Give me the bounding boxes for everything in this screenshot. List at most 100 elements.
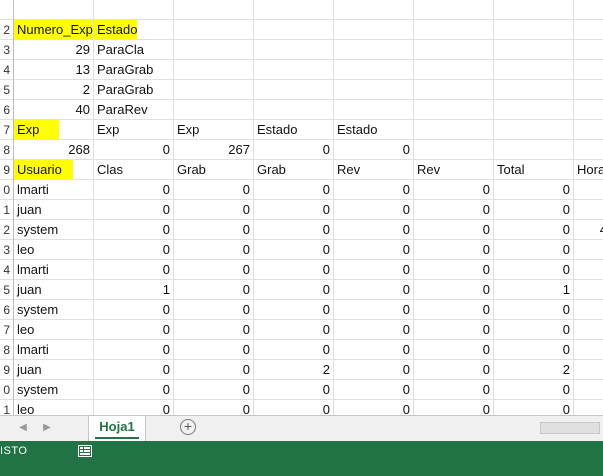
row-number[interactable]: 1 (0, 200, 12, 220)
row-number[interactable]: 5 (0, 80, 12, 100)
cell-user[interactable]: juan (14, 200, 93, 220)
row-number[interactable]: 5 (0, 280, 12, 300)
cell[interactable]: 0 (494, 340, 573, 360)
cell[interactable]: 0 (254, 280, 333, 300)
cell[interactable]: 0 (174, 380, 253, 400)
cell[interactable]: 0 (174, 200, 253, 220)
cell[interactable]: 0 (94, 220, 173, 240)
cell[interactable]: Rev (334, 160, 413, 180)
cell[interactable]: 2 (254, 360, 333, 380)
cell[interactable]: 0 (174, 220, 253, 240)
cell-user[interactable]: juan (14, 280, 93, 300)
cell[interactable]: 0 (334, 140, 413, 160)
cell[interactable]: 0 (334, 220, 413, 240)
cell[interactable]: 0 (414, 400, 493, 415)
cell[interactable]: 0 (94, 400, 173, 415)
cell[interactable]: 0 (334, 380, 413, 400)
cell[interactable]: 2 (14, 80, 93, 100)
cell[interactable]: 267 (174, 140, 253, 160)
cell[interactable]: Estado (334, 120, 413, 140)
cell[interactable]: ParaGrab (94, 80, 173, 100)
horizontal-scrollbar[interactable] (540, 422, 600, 434)
cell[interactable]: 0 (334, 400, 413, 415)
cell-estado-header[interactable]: Estado (94, 20, 137, 40)
row-number[interactable]: 0 (0, 380, 12, 400)
cell[interactable]: 0 (334, 360, 413, 380)
row-number[interactable]: 9 (0, 160, 12, 180)
cell[interactable]: 0 (494, 200, 573, 220)
cell-user[interactable]: leo (14, 400, 93, 415)
cell[interactable]: 0 (174, 300, 253, 320)
row-number[interactable]: 2 (0, 20, 12, 40)
cell[interactable]: 0 (94, 360, 173, 380)
cell-user[interactable]: leo (14, 240, 93, 260)
cell[interactable]: Exp (94, 120, 173, 140)
cell[interactable]: 0 (414, 180, 493, 200)
new-sheet-icon[interactable]: + (180, 419, 196, 435)
row-number[interactable]: 7 (0, 120, 12, 140)
cell[interactable]: 0 (414, 380, 493, 400)
cell-user[interactable]: system (14, 220, 93, 240)
cell[interactable]: 0 (334, 180, 413, 200)
cell[interactable]: 0 (254, 220, 333, 240)
cell[interactable]: 0 (94, 320, 173, 340)
cell[interactable]: 40 (14, 100, 93, 120)
cell[interactable]: Clas (94, 160, 173, 180)
cell[interactable]: 1 (494, 280, 573, 300)
cell[interactable]: Exp (174, 120, 253, 140)
cell[interactable]: 0 (174, 180, 253, 200)
cell[interactable]: 0 (414, 260, 493, 280)
cell[interactable]: 0 (254, 340, 333, 360)
cell-user[interactable]: system (14, 380, 93, 400)
cell[interactable]: 0 (174, 400, 253, 415)
cell-user[interactable]: lmarti (14, 180, 93, 200)
cell[interactable]: 0 (174, 320, 253, 340)
cell[interactable]: 0 (494, 260, 573, 280)
cell[interactable]: ParaRev (94, 100, 173, 120)
cell[interactable]: Estado (254, 120, 333, 140)
cell-user[interactable]: juan (14, 360, 93, 380)
cell[interactable]: 0 (254, 240, 333, 260)
row-number[interactable]: 7 (0, 320, 12, 340)
cell[interactable]: 268 (14, 140, 93, 160)
cell[interactable]: 0 (414, 280, 493, 300)
cell[interactable]: 1 (94, 280, 173, 300)
cell[interactable]: 0 (414, 200, 493, 220)
cell[interactable]: 0 (254, 300, 333, 320)
cell[interactable]: 0 (94, 240, 173, 260)
cell[interactable]: 0 (94, 340, 173, 360)
cell[interactable]: 0 (254, 140, 333, 160)
cell[interactable]: 0 (254, 180, 333, 200)
cell[interactable]: 0 (334, 200, 413, 220)
cell[interactable]: 0 (94, 140, 173, 160)
cell[interactable]: 0 (414, 220, 493, 240)
cell[interactable]: 0 (174, 360, 253, 380)
cell[interactable]: 0 (94, 380, 173, 400)
row-number[interactable]: 6 (0, 100, 12, 120)
cell[interactable]: 0 (334, 300, 413, 320)
cell[interactable]: 2 (494, 360, 573, 380)
row-number[interactable]: 4 (0, 60, 12, 80)
cell[interactable]: 0 (334, 320, 413, 340)
cell[interactable]: 0 (334, 240, 413, 260)
cell[interactable]: 0 (414, 360, 493, 380)
next-sheet-icon[interactable]: ▶ (40, 420, 54, 436)
cell[interactable]: 13 (14, 60, 93, 80)
cell[interactable]: 0 (334, 340, 413, 360)
cell[interactable]: 0 (334, 280, 413, 300)
cell[interactable]: 0 (254, 320, 333, 340)
cell[interactable]: 0 (494, 180, 573, 200)
row-number[interactable]: 1 (0, 400, 12, 415)
cell[interactable]: 0 (494, 220, 573, 240)
row-number[interactable]: 0 (0, 180, 12, 200)
row-number[interactable]: 9 (0, 360, 12, 380)
cell[interactable]: 0 (414, 240, 493, 260)
cell[interactable]: Rev (414, 160, 493, 180)
cell-user[interactable]: lmarti (14, 340, 93, 360)
cell-user[interactable]: lmarti (14, 260, 93, 280)
cell[interactable]: 0 (254, 400, 333, 415)
cell[interactable]: 0 (254, 380, 333, 400)
cell-numero-exp-header[interactable]: Numero_Exp (14, 20, 93, 40)
cell[interactable]: 0 (494, 240, 573, 260)
macro-record-icon[interactable] (78, 445, 92, 457)
